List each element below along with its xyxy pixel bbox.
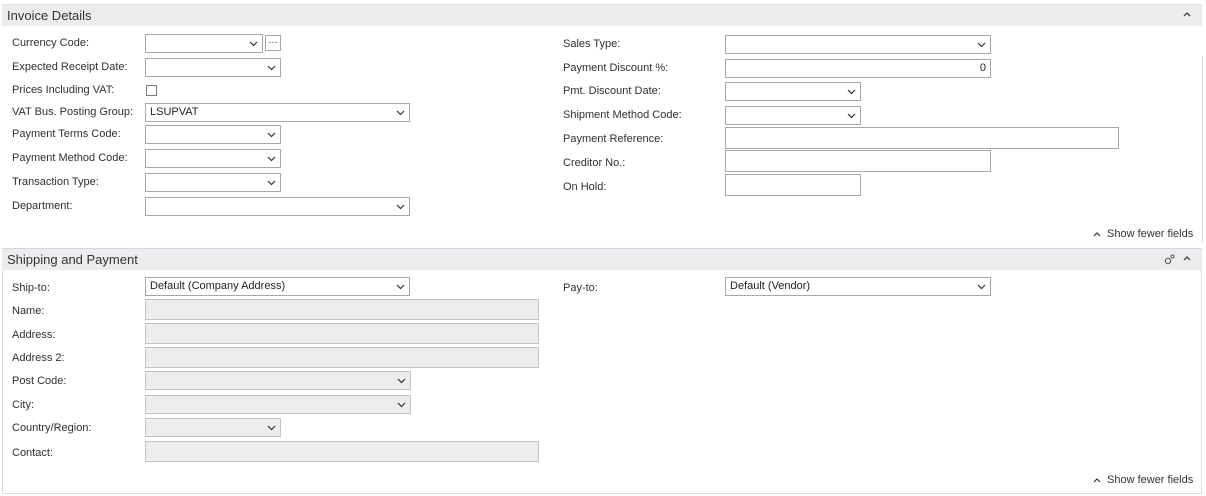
chevron-down-icon — [847, 113, 856, 119]
section-title: Shipping and Payment — [7, 252, 138, 267]
chevron-up-icon — [1093, 232, 1101, 237]
address-2-label: Address 2: — [12, 352, 65, 364]
contact-input — [145, 441, 539, 462]
pay-to-select[interactable]: Default (Vendor) — [725, 277, 991, 296]
chevron-down-icon — [977, 284, 986, 290]
contact-label: Contact: — [12, 447, 53, 459]
on-hold-input[interactable] — [725, 174, 861, 196]
department-label: Department: — [12, 200, 73, 212]
transaction-type-select[interactable] — [145, 173, 281, 192]
payment-method-code-select[interactable] — [145, 149, 281, 168]
pmt-discount-date-select[interactable] — [725, 82, 861, 101]
chevron-down-icon — [267, 132, 276, 138]
name-input — [145, 299, 539, 320]
payment-reference-input[interactable] — [725, 127, 1119, 149]
payment-terms-code-select[interactable] — [145, 125, 281, 144]
city-label: City: — [12, 399, 34, 411]
chevron-down-icon — [847, 89, 856, 95]
shipping-payment-section: Shipping and Payment Ship-to: Default (C… — [2, 248, 1202, 494]
expected-receipt-date-select[interactable] — [145, 58, 281, 77]
chevron-up-icon[interactable] — [1182, 253, 1192, 265]
ship-to-select[interactable]: Default (Company Address) — [145, 277, 410, 296]
pay-to-label: Pay-to: — [563, 282, 598, 294]
chevron-up-icon[interactable] — [1182, 9, 1192, 21]
chevron-down-icon — [267, 156, 276, 162]
post-code-select — [145, 371, 411, 390]
address-label: Address: — [12, 329, 56, 341]
chevron-down-icon — [267, 425, 276, 431]
invoice-show-fewer-fields-link[interactable]: Show fewer fields — [1093, 228, 1193, 240]
chevron-down-icon — [977, 42, 986, 48]
vat-bus-posting-group-select[interactable]: LSUPVAT — [145, 103, 410, 122]
payment-reference-label: Payment Reference: — [563, 133, 664, 145]
chevron-down-icon — [396, 110, 405, 116]
on-hold-label: On Hold: — [563, 181, 607, 193]
chevron-down-icon — [267, 65, 276, 71]
pmt-discount-date-label: Pmt. Discount Date: — [563, 85, 661, 97]
ellipsis-icon: … — [268, 35, 278, 46]
address-input — [145, 323, 539, 344]
expected-receipt-date-label: Expected Receipt Date: — [12, 61, 128, 73]
invoice-details-header[interactable]: Invoice Details — [2, 4, 1202, 26]
gear-icon[interactable] — [1163, 253, 1176, 266]
chevron-up-icon — [1093, 478, 1101, 483]
city-select — [145, 395, 411, 414]
address-2-input — [145, 347, 539, 368]
chevron-down-icon — [267, 180, 276, 186]
shipping-payment-header[interactable]: Shipping and Payment — [2, 248, 1202, 270]
prices-including-vat-label: Prices Including VAT: — [12, 84, 115, 96]
name-label: Name: — [12, 305, 45, 317]
section-title: Invoice Details — [7, 8, 92, 23]
payment-method-code-label: Payment Method Code: — [12, 152, 128, 164]
currency-code-lookup-button[interactable]: … — [265, 35, 281, 51]
payment-discount-pct-input[interactable]: 0 — [725, 59, 991, 78]
post-code-label: Post Code: — [12, 375, 67, 387]
creditor-no-label: Creditor No.: — [563, 157, 626, 169]
transaction-type-label: Transaction Type: — [12, 176, 99, 188]
currency-code-select[interactable] — [145, 34, 263, 53]
chevron-down-icon — [396, 204, 405, 210]
payment-terms-code-label: Payment Terms Code: — [12, 128, 121, 140]
currency-code-label: Currency Code: — [12, 37, 90, 49]
department-select[interactable] — [145, 197, 410, 216]
shipment-method-code-select[interactable] — [725, 106, 861, 125]
country-region-label: Country/Region: — [12, 422, 92, 434]
sales-type-label: Sales Type: — [563, 38, 621, 50]
country-region-select — [145, 418, 281, 437]
creditor-no-input[interactable] — [725, 150, 991, 172]
payment-discount-pct-label: Payment Discount %: — [563, 62, 669, 74]
ship-to-label: Ship-to: — [12, 282, 50, 294]
prices-including-vat-checkbox[interactable] — [146, 85, 157, 96]
chevron-down-icon — [397, 402, 406, 408]
vat-bus-posting-group-label: VAT Bus. Posting Group: — [12, 106, 134, 118]
chevron-down-icon — [397, 378, 406, 384]
shipment-method-code-label: Shipment Method Code: — [563, 109, 682, 121]
sales-type-select[interactable] — [725, 35, 991, 54]
scroll-gutter — [1202, 56, 1203, 242]
chevron-down-icon — [396, 284, 405, 290]
chevron-down-icon — [249, 41, 258, 47]
shipping-show-fewer-fields-link[interactable]: Show fewer fields — [1093, 474, 1193, 486]
invoice-details-section: Invoice Details Currency Code: … Expecte… — [2, 4, 1202, 242]
